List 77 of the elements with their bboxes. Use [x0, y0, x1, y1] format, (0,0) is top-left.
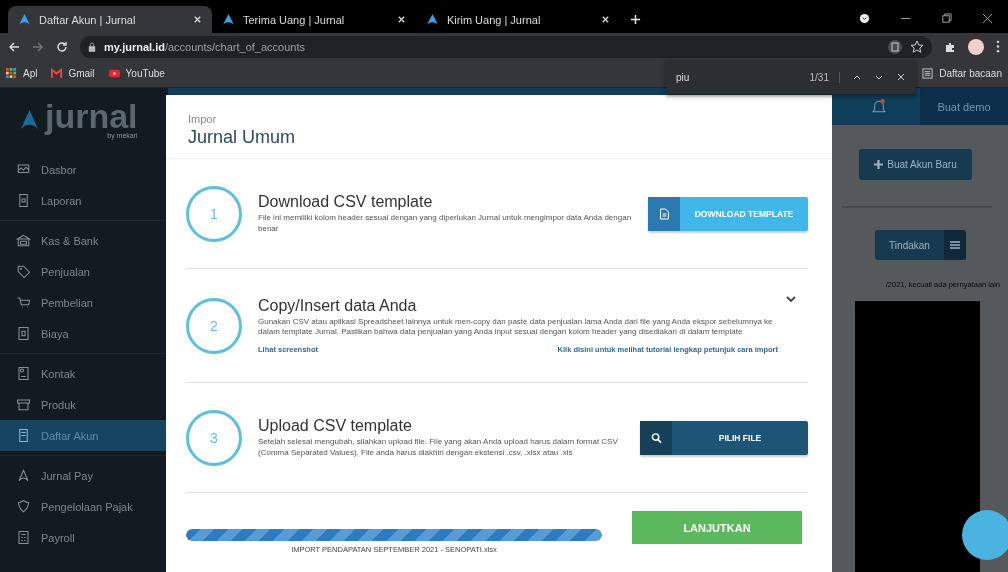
menu-item-icon: [16, 193, 31, 208]
bookmark[interactable]: Gmail: [51, 68, 95, 79]
plus-icon[interactable]: [630, 14, 641, 25]
menu-icon[interactable]: [996, 40, 1000, 53]
puzzle-icon[interactable]: [944, 40, 956, 53]
menu-item-icon: [16, 468, 31, 483]
dialog-subtitle: Impor: [188, 113, 218, 125]
menu-item-icon: [16, 326, 31, 341]
step-description: File ini memiliki kolom header sesuai dengan yang diperlukan Jurnal untuk mengimpor data Anda dengan benar: [258, 213, 633, 234]
step-description: Setelah selesai mengubah, silahkan upload file. File yang akan Anda upload harus dalam format CSV (Comma Separated Values). File anda harus diakhiri dengan ekstensi .csv, .xlsx atau .xls: [258, 437, 619, 458]
sidebar-item[interactable]: Laporan: [0, 185, 168, 216]
step-title: Download CSV template: [258, 193, 434, 212]
chevron-icon[interactable]: [786, 295, 796, 303]
menu-item-icon: [16, 499, 31, 514]
bookmark[interactable]: Apl: [6, 68, 38, 79]
plus-icon: [874, 160, 884, 169]
step-number: 3: [186, 409, 242, 466]
sidebar-item[interactable]: Pembelian: [0, 287, 168, 318]
reload-icon[interactable]: [56, 40, 68, 53]
step-number: 2: [186, 297, 242, 354]
search-icon: [650, 431, 662, 444]
step-number: 1: [186, 185, 242, 242]
choose-file-button[interactable]: PILIH FILE: [640, 420, 808, 455]
menu-item-icon: [16, 264, 31, 279]
step-description: Gunakan CSV atau aplikasi Spreadsheet lainnya untuk men-copy dan paste data penjualan lama Anda dari file yang Anda ekspor sebelumnya ke dalam template Jurnal. Pastikan bahwa data penjualan yang Anda input sesuai dengan kolom header yang disediakan di dalam template: [258, 316, 774, 338]
logo-icon: [18, 13, 31, 26]
step-title: Copy/Insert data Anda: [258, 296, 418, 315]
match-count: 1/31: [809, 71, 840, 83]
document-icon: [658, 207, 670, 220]
apps-icon: [6, 68, 17, 79]
browser-tab[interactable]: Terima Uang | Jurnal: [212, 6, 416, 33]
forward-icon[interactable]: [32, 40, 44, 53]
address-bar[interactable]: my.jurnal.id/accounts/chart_of_accounts: [80, 35, 932, 58]
sidebar-item[interactable]: Daftar Akun: [0, 420, 168, 451]
page-icon[interactable]: [888, 39, 902, 54]
step-title: Upload CSV template: [258, 417, 413, 436]
profile-icon[interactable]: [859, 13, 870, 24]
browser-tab[interactable]: Daftar Akun | Jurnal: [8, 6, 212, 33]
find-query[interactable]: piu: [676, 71, 798, 83]
menu-item-icon: [16, 397, 31, 412]
logo-icon: [222, 13, 235, 26]
sidebar-item[interactable]: Biaya: [0, 318, 168, 349]
sidebar-item[interactable]: Payroll: [0, 522, 168, 553]
reading-list[interactable]: Daftar bacaan: [922, 68, 1002, 79]
menu-item-icon: [16, 428, 31, 443]
menu-icon: [950, 241, 960, 249]
new-account-button[interactable]: Buat Akun Baru: [859, 149, 972, 180]
close-icon[interactable]: [896, 72, 906, 82]
sidebar-item[interactable]: Dasbor: [0, 154, 168, 185]
bell-icon[interactable]: [872, 98, 886, 115]
menu-item-icon: [16, 366, 31, 381]
avatar-icon[interactable]: [968, 38, 984, 55]
play-icon: [108, 68, 120, 79]
url-text: my.jurnal.id/accounts/chart_of_accounts: [104, 40, 305, 53]
close-icon[interactable]: [982, 13, 993, 24]
menu-item-icon: [16, 233, 31, 248]
mail-icon: [51, 68, 63, 79]
dialog-title: Jurnal Umum: [188, 127, 297, 148]
restore-icon[interactable]: [941, 13, 952, 24]
menu-item-icon: [16, 295, 31, 310]
actions-button[interactable]: Tindakan: [875, 230, 966, 260]
sidebar-item[interactable]: Produk: [0, 389, 168, 420]
logo-icon: [20, 108, 39, 130]
menu-item-icon: [16, 530, 31, 545]
sidebar-item[interactable]: Kas & Bank: [0, 225, 168, 256]
sidebar-item[interactable]: Penjualan: [0, 256, 168, 287]
lock-icon: [88, 41, 96, 52]
back-icon[interactable]: [8, 40, 20, 53]
sidebar-item[interactable]: Kontak: [0, 358, 168, 389]
browser-tab[interactable]: Kirim Uang | Jurnal: [416, 6, 620, 33]
sidebar-item[interactable]: Jurnal Pay: [0, 460, 168, 491]
star-icon[interactable]: [910, 39, 924, 54]
bookmark[interactable]: YouTube: [108, 68, 165, 79]
logo-icon: [426, 13, 439, 26]
sidebar-item[interactable]: Pengelolaan Pajak: [0, 491, 168, 522]
demo-button[interactable]: Buat demo: [920, 88, 1008, 125]
list-icon: [922, 68, 934, 79]
